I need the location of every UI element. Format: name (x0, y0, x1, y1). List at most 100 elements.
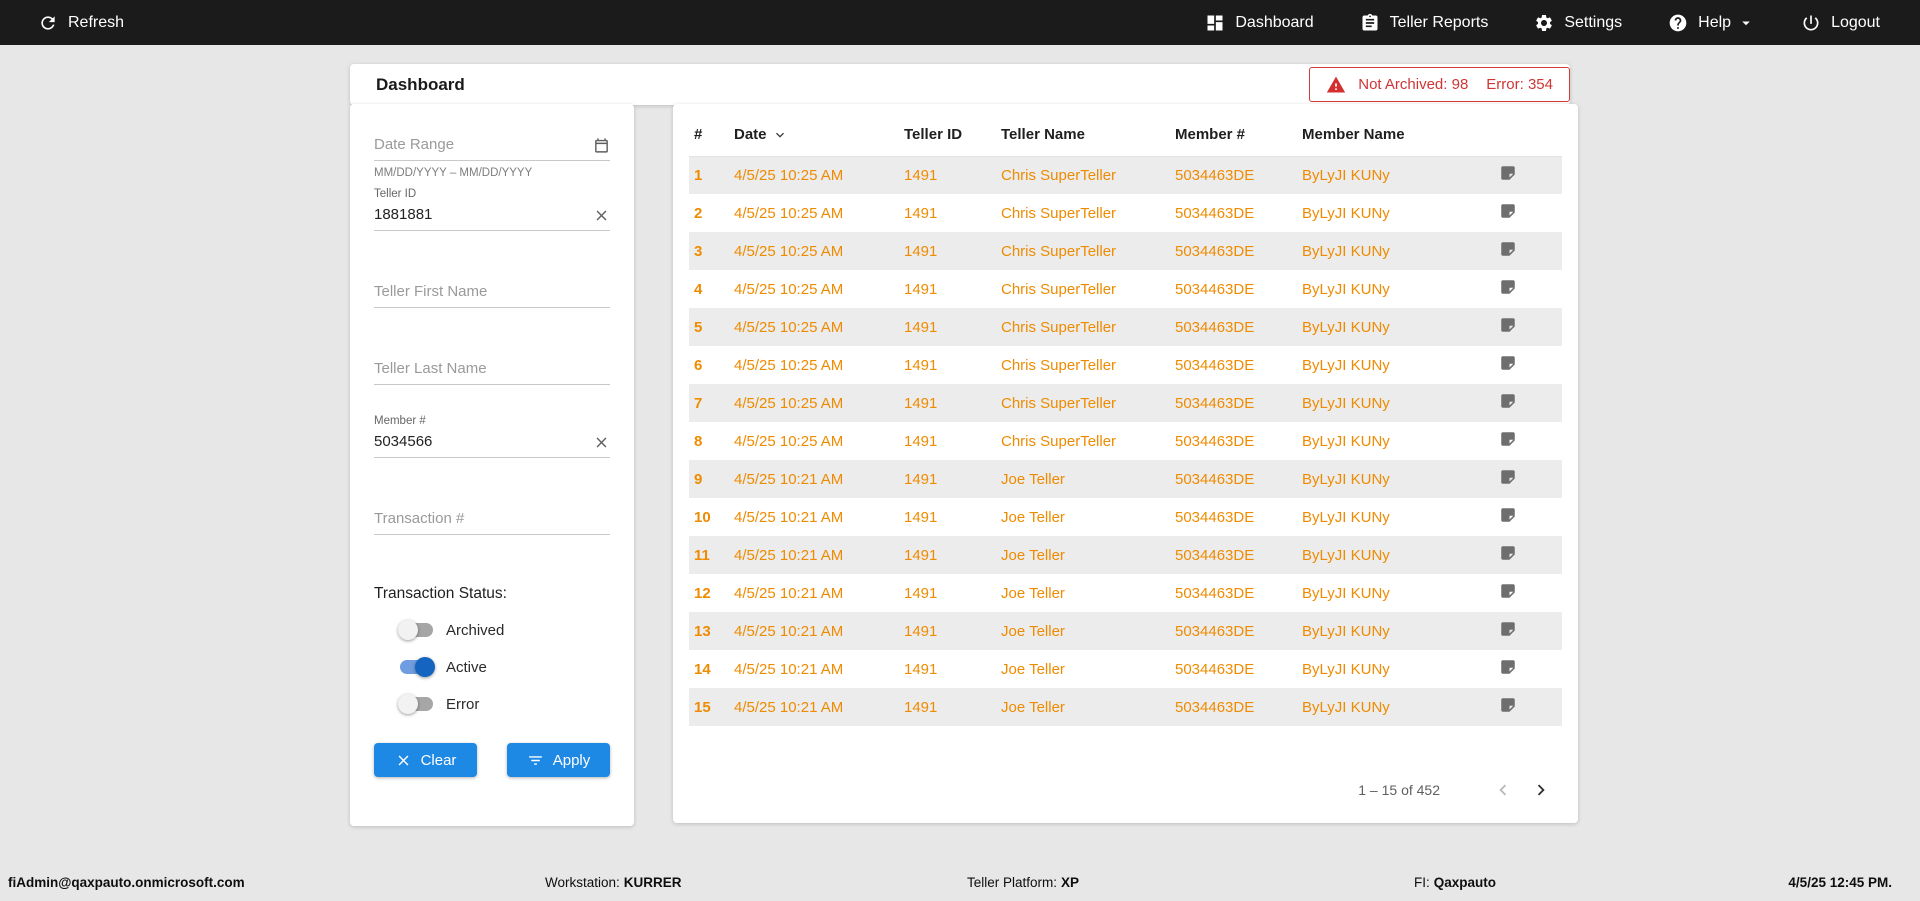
cell-member-name: ByLyJI KUNy (1302, 242, 1390, 260)
cell-num: 2 (694, 204, 703, 222)
clear-button[interactable]: Clear (374, 743, 477, 777)
cell-member-name: ByLyJI KUNy (1302, 394, 1390, 412)
note-icon[interactable] (1499, 240, 1517, 258)
cell-member-name: ByLyJI KUNy (1302, 280, 1390, 298)
table-row[interactable]: 2 4/5/25 10:25 AM 1491 Chris SuperTeller… (689, 194, 1562, 232)
note-icon[interactable] (1499, 468, 1517, 486)
top-navbar: Refresh Dashboard Teller Reports Setting… (0, 0, 1920, 45)
note-icon[interactable] (1499, 658, 1517, 676)
clear-teller-id-icon[interactable] (593, 207, 610, 224)
cell-teller-name: Chris SuperTeller (1001, 318, 1117, 336)
table-row[interactable]: 13 4/5/25 10:21 AM 1491 Joe Teller 50344… (689, 612, 1562, 650)
cell-date: 4/5/25 10:25 AM (734, 432, 844, 450)
cell-notes (1499, 308, 1562, 346)
calendar-icon[interactable] (593, 137, 610, 154)
toggle-switch[interactable] (398, 620, 433, 640)
col-teller-id: Teller ID (899, 114, 996, 157)
toggle-switch[interactable] (400, 657, 435, 677)
note-icon[interactable] (1499, 164, 1517, 182)
cell-notes (1499, 194, 1562, 232)
cell-teller-id: 1491 (904, 432, 938, 450)
col-date[interactable]: Date (729, 114, 899, 157)
status-toggle-row: Archived (398, 619, 610, 641)
cell-member-num: 5034463DE (1175, 318, 1255, 336)
table-row[interactable]: 3 4/5/25 10:25 AM 1491 Chris SuperTeller… (689, 232, 1562, 270)
cell-date: 4/5/25 10:25 AM (734, 242, 844, 260)
teller-first-name-input[interactable] (374, 277, 610, 308)
transaction-number-input[interactable] (374, 504, 610, 535)
teller-id-input[interactable] (374, 200, 610, 231)
date-range-input[interactable] (374, 130, 610, 161)
table-row[interactable]: 11 4/5/25 10:21 AM 1491 Joe Teller 50344… (689, 536, 1562, 574)
col-date-label: Date (734, 126, 767, 144)
footer-fi-label: FI: (1414, 875, 1430, 890)
cell-date: 4/5/25 10:25 AM (734, 204, 844, 222)
cell-member-num: 5034463DE (1175, 242, 1255, 260)
cell-member-num: 5034463DE (1175, 508, 1255, 526)
toggle-switch[interactable] (398, 694, 433, 714)
transaction-number-field (374, 504, 610, 535)
member-number-input[interactable] (374, 427, 610, 458)
table-row[interactable]: 14 4/5/25 10:21 AM 1491 Joe Teller 50344… (689, 650, 1562, 688)
col-num: # (689, 114, 729, 157)
note-icon[interactable] (1499, 278, 1517, 296)
cell-notes (1499, 460, 1562, 498)
cell-member-name: ByLyJI KUNy (1302, 204, 1390, 222)
note-icon[interactable] (1499, 316, 1517, 334)
prev-page-button[interactable] (1492, 779, 1514, 801)
table-row[interactable]: 12 4/5/25 10:21 AM 1491 Joe Teller 50344… (689, 574, 1562, 612)
cell-member-num: 5034463DE (1175, 204, 1255, 222)
cell-num: 5 (694, 318, 703, 336)
nav-settings[interactable]: Settings (1534, 13, 1622, 33)
next-page-button[interactable] (1530, 779, 1552, 801)
note-icon[interactable] (1499, 392, 1517, 410)
cell-notes (1499, 574, 1562, 612)
apply-button[interactable]: Apply (507, 743, 610, 777)
note-icon[interactable] (1499, 582, 1517, 600)
table-row[interactable]: 1 4/5/25 10:25 AM 1491 Chris SuperTeller… (689, 156, 1562, 194)
cell-member-num: 5034463DE (1175, 698, 1255, 716)
cell-teller-id: 1491 (904, 318, 938, 336)
power-icon (1801, 13, 1821, 33)
cell-member-name: ByLyJI KUNy (1302, 698, 1390, 716)
table-row[interactable]: 5 4/5/25 10:25 AM 1491 Chris SuperTeller… (689, 308, 1562, 346)
nav-teller-reports[interactable]: Teller Reports (1360, 13, 1488, 33)
note-icon[interactable] (1499, 202, 1517, 220)
cell-num: 11 (694, 546, 710, 564)
filter-actions: Clear Apply (374, 743, 610, 777)
note-icon[interactable] (1499, 544, 1517, 562)
table-row[interactable]: 4 4/5/25 10:25 AM 1491 Chris SuperTeller… (689, 270, 1562, 308)
nav-help[interactable]: Help (1668, 13, 1755, 33)
cell-notes (1499, 422, 1562, 460)
table-row[interactable]: 15 4/5/25 10:21 AM 1491 Joe Teller 50344… (689, 688, 1562, 726)
teller-last-name-input[interactable] (374, 354, 610, 385)
clear-member-number-icon[interactable] (593, 434, 610, 451)
footer-workstation-label: Workstation: (545, 875, 620, 890)
table-row[interactable]: 9 4/5/25 10:21 AM 1491 Joe Teller 503446… (689, 460, 1562, 498)
nav-dashboard[interactable]: Dashboard (1205, 13, 1314, 33)
cell-teller-id: 1491 (904, 242, 938, 260)
table-row[interactable]: 10 4/5/25 10:21 AM 1491 Joe Teller 50344… (689, 498, 1562, 536)
table-row[interactable]: 6 4/5/25 10:25 AM 1491 Chris SuperTeller… (689, 346, 1562, 384)
nav-logout[interactable]: Logout (1801, 13, 1880, 33)
note-icon[interactable] (1499, 620, 1517, 638)
member-number-field (374, 427, 610, 458)
note-icon[interactable] (1499, 430, 1517, 448)
toggle-thumb (415, 657, 435, 677)
cell-member-name: ByLyJI KUNy (1302, 318, 1390, 336)
cell-member-name: ByLyJI KUNy (1302, 584, 1390, 602)
cell-notes (1499, 536, 1562, 574)
cell-member-num: 5034463DE (1175, 166, 1255, 184)
table-row[interactable]: 7 4/5/25 10:25 AM 1491 Chris SuperTeller… (689, 384, 1562, 422)
status-toggle-row: Active (400, 656, 610, 678)
refresh-button[interactable]: Refresh (38, 13, 124, 33)
note-icon[interactable] (1499, 354, 1517, 372)
footer-email: fiAdmin@qaxpauto.onmicrosoft.com (8, 875, 245, 890)
note-icon[interactable] (1499, 696, 1517, 714)
col-notes (1499, 114, 1562, 157)
cell-notes (1499, 346, 1562, 384)
date-range-field (374, 130, 610, 161)
table-row[interactable]: 8 4/5/25 10:25 AM 1491 Chris SuperTeller… (689, 422, 1562, 460)
cell-num: 3 (694, 242, 703, 260)
note-icon[interactable] (1499, 506, 1517, 524)
